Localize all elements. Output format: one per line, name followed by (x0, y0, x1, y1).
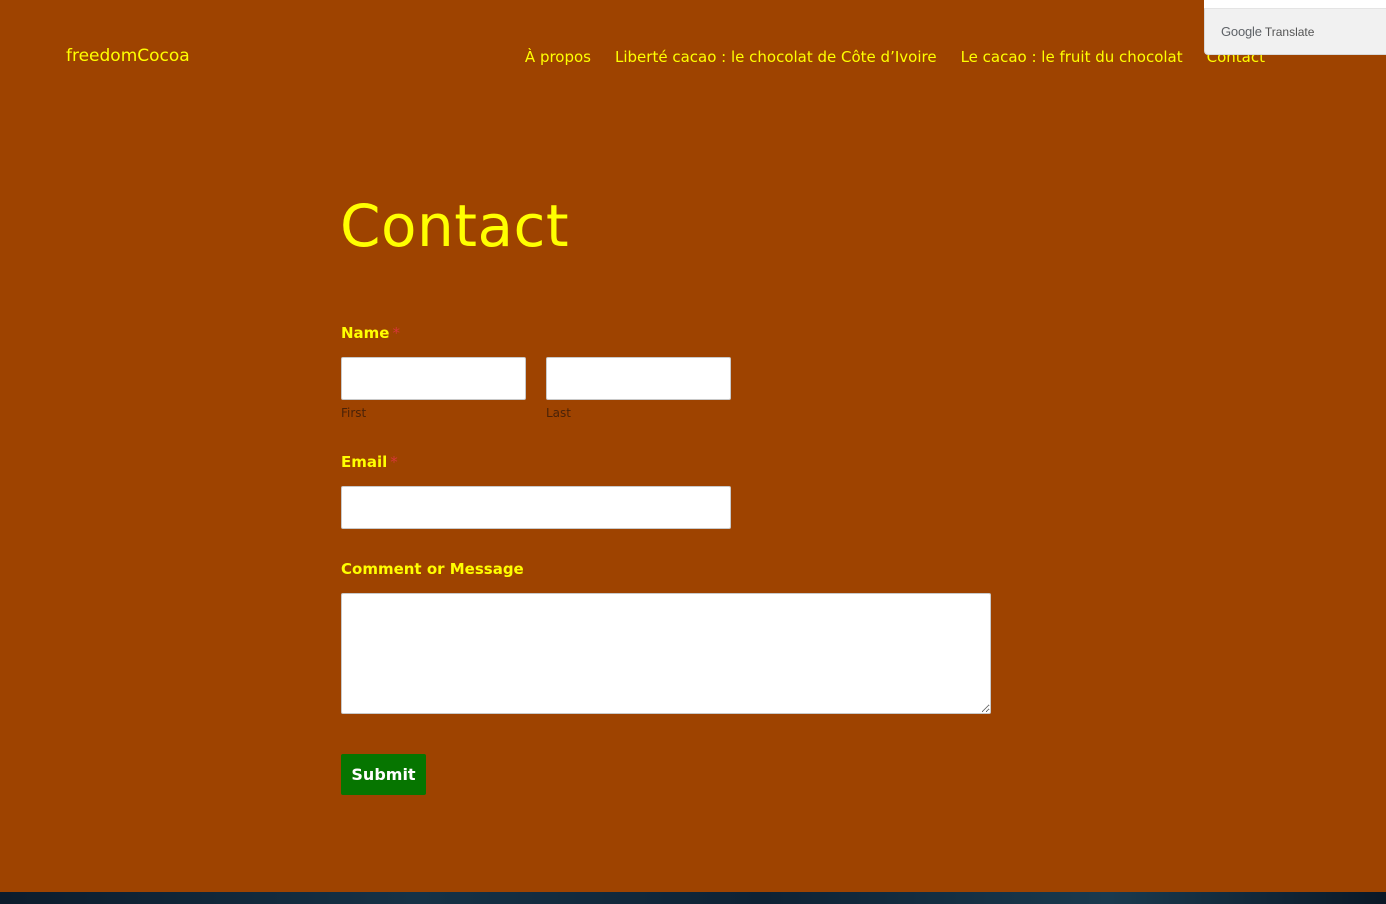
footer-image-strip (0, 892, 1386, 904)
nav-item-liberte-cacao[interactable]: Liberté cacao : le chocolat de Côte d’Iv… (615, 48, 937, 66)
last-name-sublabel: Last (546, 406, 571, 420)
nav-item-le-cacao[interactable]: Le cacao : le fruit du chocolat (961, 48, 1183, 66)
page: freedomCocoa À propos Liberté cacao : le… (0, 0, 1386, 904)
google-logo: Google (1221, 24, 1262, 39)
main-nav: À propos Liberté cacao : le chocolat de … (525, 48, 1265, 66)
translate-label: Google Translate (1221, 24, 1314, 39)
name-label-text: Name (341, 324, 390, 342)
page-title: Contact (340, 192, 570, 260)
translate-text: Translate (1264, 25, 1315, 39)
first-name-sublabel: First (341, 406, 367, 420)
email-field-label: Email * (341, 453, 398, 471)
name-field-label: Name * (341, 324, 400, 342)
email-label-text: Email (341, 453, 388, 471)
message-field-label: Comment or Message (341, 560, 524, 578)
nav-item-a-propos[interactable]: À propos (525, 48, 591, 66)
submit-button[interactable]: Submit (341, 754, 426, 795)
required-marker: * (390, 453, 398, 471)
message-textarea[interactable] (341, 593, 991, 714)
first-name-input[interactable] (341, 357, 526, 400)
email-input[interactable] (341, 486, 731, 529)
site-title-link[interactable]: freedomCocoa (66, 46, 190, 66)
required-marker: * (392, 324, 400, 342)
google-translate-widget[interactable]: Google Translate (1204, 8, 1386, 55)
last-name-input[interactable] (546, 357, 731, 400)
